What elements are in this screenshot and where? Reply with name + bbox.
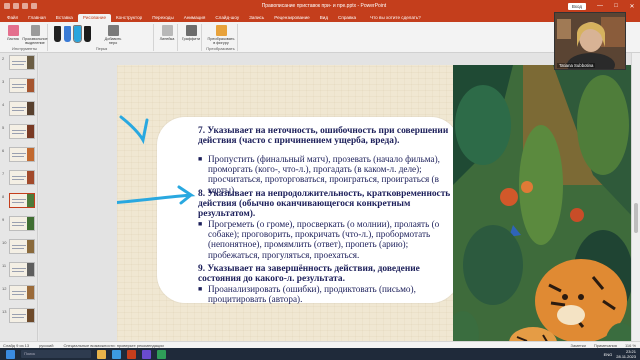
jungle-tiger-illustration	[453, 65, 631, 355]
zoom-level[interactable]: 116 %	[625, 343, 636, 348]
title-bar: Правописание приставок при- и пре.pptx -…	[0, 0, 640, 12]
taskbar-search[interactable]: Поиск	[21, 350, 91, 358]
language-indicator[interactable]: русский	[39, 343, 53, 348]
slide-thumbnail[interactable]	[9, 55, 35, 70]
save-icon[interactable]	[4, 3, 10, 9]
graffiti-button[interactable]: Граффити	[181, 25, 201, 41]
close-button[interactable]: ✕	[624, 3, 640, 10]
window-title: Правописание приставок при- и пре.pptx -…	[261, 3, 387, 9]
participant-name: Tatiana Subbotina	[557, 63, 596, 68]
system-tray: ENG 23:21 28.11.2023	[604, 349, 640, 359]
comments-button[interactable]: Примечания	[594, 343, 617, 348]
slide-thumbnail[interactable]	[9, 285, 35, 300]
tab-draw[interactable]: Рисование	[77, 14, 111, 22]
slide-thumbnail[interactable]	[9, 262, 35, 277]
clock[interactable]: 23:21 28.11.2023	[616, 349, 636, 359]
redo-icon[interactable]	[22, 3, 28, 9]
video-call-icon[interactable]	[142, 349, 151, 359]
vertical-scrollbar[interactable]	[631, 53, 640, 341]
slide-thumbnail-current[interactable]	[9, 193, 35, 208]
pen-blue[interactable]	[64, 26, 71, 42]
app-icon[interactable]	[157, 349, 166, 359]
powerpoint-icon[interactable]	[127, 349, 136, 359]
slide-thumbnail[interactable]	[9, 216, 35, 231]
browser-icon[interactable]	[112, 349, 121, 359]
bullet-icon: ■	[198, 285, 203, 293]
tab-transitions[interactable]: Переходы	[147, 14, 179, 22]
tab-review[interactable]: Рецензирование	[269, 14, 314, 22]
add-pen-icon	[107, 25, 119, 36]
slide-thumbnail[interactable]	[9, 308, 35, 323]
heading-9[interactable]: 9. Указывает на завершённость действия, …	[198, 264, 456, 284]
slide-thumbnails-panel[interactable]: 2 3 4 5 6 7 8 9 10 11 12 13	[0, 53, 38, 341]
webcam-overlay: Tatiana Subbotina	[554, 12, 626, 70]
maximize-button[interactable]: □	[608, 3, 624, 9]
pen-lightblue-selected[interactable]	[73, 25, 82, 43]
tab-view[interactable]: Вид	[315, 14, 333, 22]
notes-button[interactable]: Заметки	[571, 343, 586, 348]
tab-help[interactable]: Справка	[333, 14, 361, 22]
pen-black[interactable]	[54, 26, 61, 42]
shapes-icon	[215, 25, 227, 36]
quick-access-toolbar	[0, 3, 80, 9]
ribbon-group-convert: Преобразовать в фигуру Преобразовать	[204, 24, 238, 51]
slide-counter: Слайд 9 из 13	[3, 342, 30, 348]
start-icon[interactable]	[6, 349, 15, 359]
ribbon-group-pens: Добавить перо Перья	[50, 24, 154, 51]
sign-in-button[interactable]: Вход	[567, 2, 586, 10]
slide-thumbnail[interactable]	[9, 101, 35, 116]
tab-record[interactable]: Запись	[244, 14, 269, 22]
ink-annotations[interactable]	[117, 65, 237, 245]
ruler-icon	[161, 25, 173, 36]
ribbon-group-tools: Ластик Произвольное выделение Инструмент…	[2, 24, 48, 51]
ruler-button[interactable]: Линейка	[157, 25, 177, 41]
lasso-select-button[interactable]: Произвольное выделение	[22, 25, 48, 46]
ribbon-group-graffiti: Граффити	[180, 24, 202, 51]
slide-thumbnail[interactable]	[9, 147, 35, 162]
accessibility-status[interactable]: Специальные возможности: проверьте реком…	[63, 343, 163, 348]
convert-to-shape-button[interactable]: Преобразовать в фигуру	[206, 25, 236, 46]
input-language[interactable]: ENG	[604, 352, 613, 357]
tab-insert[interactable]: Вставка	[51, 14, 78, 22]
slide-thumbnail[interactable]	[9, 170, 35, 185]
tab-slideshow[interactable]: Слайд-шоу	[210, 14, 244, 22]
eraser-icon	[7, 25, 19, 36]
pen-dark[interactable]	[84, 26, 91, 42]
scrollbar-thumb[interactable]	[634, 203, 638, 233]
ribbon: Ластик Произвольное выделение Инструмент…	[0, 22, 640, 53]
tab-file[interactable]: Файл	[2, 14, 23, 22]
graffiti-icon	[185, 25, 197, 36]
tell-me-search[interactable]: Что вы хотите сделать?	[365, 14, 426, 22]
eraser-button[interactable]: Ластик	[4, 25, 22, 41]
tab-home[interactable]: Главная	[23, 14, 50, 22]
lasso-icon	[30, 25, 40, 36]
slide-thumbnail[interactable]	[9, 239, 35, 254]
windows-taskbar: Поиск ENG 23:21 28.11.2023	[0, 348, 640, 360]
ink-arrow[interactable]	[117, 185, 196, 205]
start-slideshow-icon[interactable]	[31, 3, 37, 9]
ink-check-mark[interactable]	[119, 115, 149, 145]
status-bar: Слайд 9 из 13 русский Специальные возмож…	[0, 341, 640, 348]
slide-thumbnail[interactable]	[9, 124, 35, 139]
slide-thumbnail[interactable]	[9, 78, 35, 93]
list-item-9[interactable]: ■ Проанализировать (ошибки), продиктовать…	[198, 284, 456, 304]
file-explorer-icon[interactable]	[97, 349, 106, 359]
webcam-video	[555, 13, 625, 69]
ribbon-tabs: Файл Главная Вставка Рисование Конструкт…	[0, 12, 640, 22]
slide[interactable]: 7. Указывает на неточность, ошибочность …	[117, 65, 631, 355]
slide-editing-area[interactable]: 7. Указывает на неточность, ошибочность …	[39, 53, 631, 355]
undo-icon[interactable]	[13, 3, 19, 9]
ribbon-group-ruler: Линейка	[156, 24, 178, 51]
tab-design[interactable]: Конструктор	[111, 14, 147, 22]
add-pen-button[interactable]: Добавить перо	[102, 25, 124, 46]
tab-animations[interactable]: Анимация	[179, 14, 211, 22]
minimize-button[interactable]: —	[592, 3, 608, 9]
